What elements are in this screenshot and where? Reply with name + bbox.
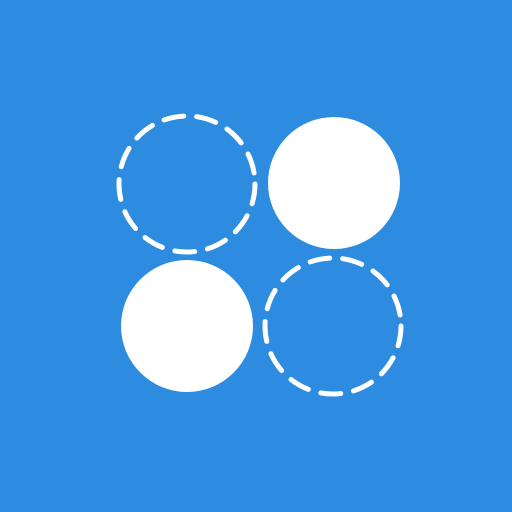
icon-background (0, 0, 512, 512)
app-icon (0, 0, 512, 512)
four-circle-grid-icon (0, 0, 512, 512)
bottom-left-circle (121, 260, 253, 392)
top-right-circle (268, 117, 400, 249)
